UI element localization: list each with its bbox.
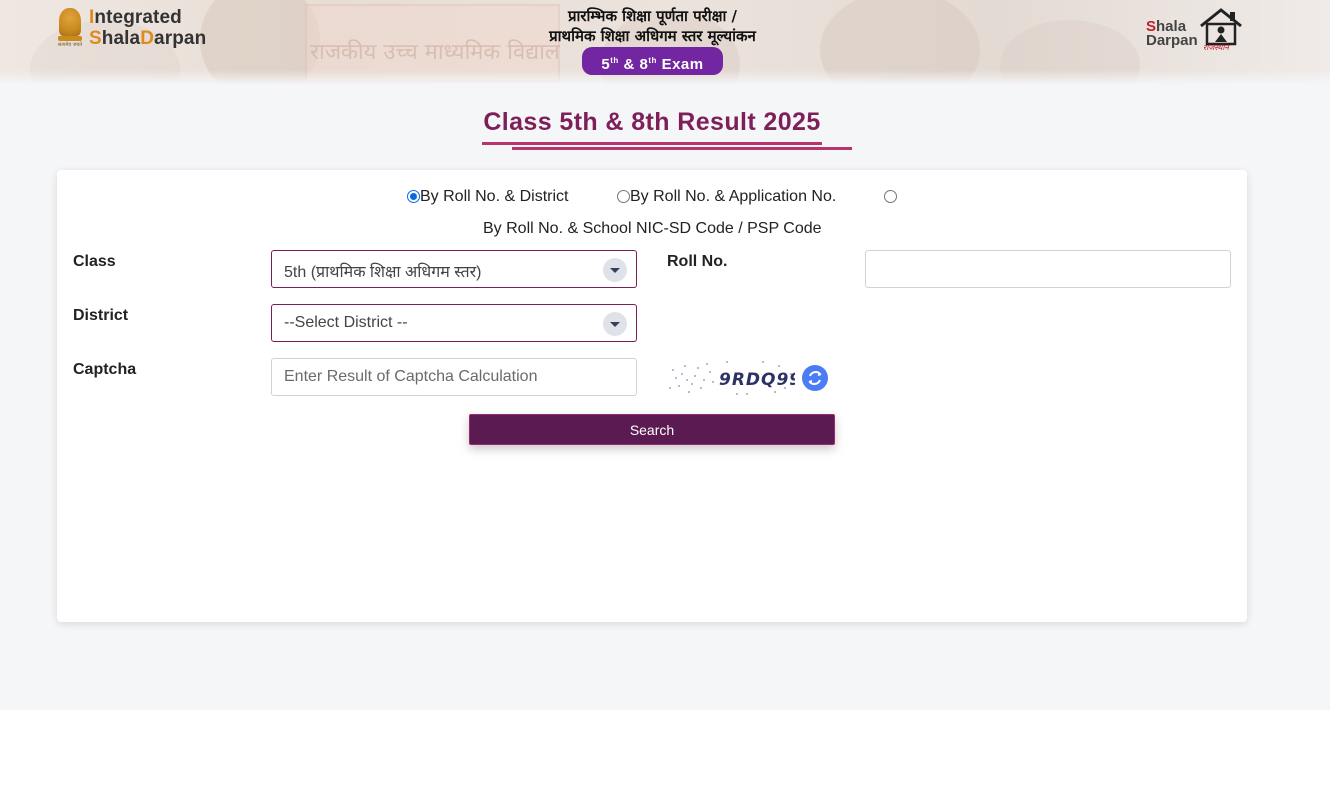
- radio-roll-district[interactable]: [407, 190, 420, 203]
- brand-name: Integrated ShalaDarpan: [89, 7, 207, 49]
- district-label: District: [73, 307, 129, 324]
- captcha-label: Captcha: [73, 361, 137, 378]
- search-button[interactable]: Search: [469, 414, 835, 445]
- title-underline: [482, 142, 822, 145]
- radio-roll-application[interactable]: [617, 190, 630, 203]
- captcha-input[interactable]: [271, 358, 637, 396]
- district-select-value: --Select District --: [284, 314, 408, 331]
- district-select[interactable]: --Select District --: [271, 304, 637, 342]
- class-label: Class: [73, 253, 116, 270]
- roll-no-label: Roll No.: [667, 253, 728, 270]
- exam-badge: 5th & 8th Exam: [582, 47, 723, 75]
- class-select[interactable]: 5th (प्राथमिक शिक्षा अधिगम स्तर): [271, 250, 637, 288]
- roll-no-input[interactable]: [865, 250, 1231, 288]
- radio-label-roll-application[interactable]: By Roll No. & Application No.: [630, 188, 836, 206]
- shala-darpan-house-icon: [1200, 8, 1242, 46]
- state-emblem-icon: सत्यमेव जयते: [56, 6, 84, 50]
- class-select-value: 5th (प्राथमिक शिक्षा अधिगम स्तर): [284, 264, 482, 281]
- shala-darpan-rajasthan-logo[interactable]: Shala Darpan राजस्थान: [1145, 6, 1250, 52]
- integrated-shaladarpan-logo[interactable]: सत्यमेव जयते Integrated ShalaDarpan: [56, 6, 206, 50]
- dropdown-caret-icon: [603, 258, 627, 282]
- dropdown-caret-icon: [603, 312, 627, 336]
- radio-label-roll-school-code[interactable]: By Roll No. & School NIC-SD Code / PSP C…: [483, 220, 822, 238]
- radio-roll-school-code[interactable]: [884, 190, 897, 203]
- captcha-refresh-button[interactable]: [802, 365, 828, 391]
- emblem-motto: सत्यमेव जयते: [57, 42, 83, 48]
- title-underline-offset: [512, 147, 852, 150]
- radio-label-roll-district[interactable]: By Roll No. & District: [420, 188, 568, 206]
- captcha-image: 9RDQ99: [669, 361, 795, 395]
- hindi-exam-title: प्रारम्भिक शिक्षा पूर्णता परीक्षा / प्रा…: [549, 7, 756, 45]
- page-title: Class 5th & 8th Result 2025: [483, 108, 821, 136]
- refresh-icon: [808, 371, 822, 385]
- captcha-text: 9RDQ99: [719, 370, 795, 390]
